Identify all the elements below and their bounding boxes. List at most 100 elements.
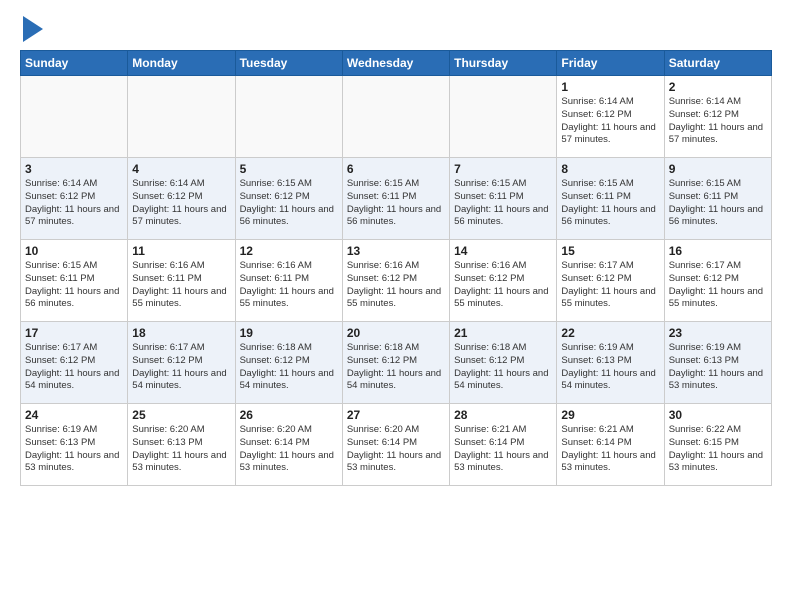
day-number: 24 xyxy=(25,408,123,422)
calendar-cell: 16 Sunrise: 6:17 AM Sunset: 6:12 PM Dayli… xyxy=(664,240,771,322)
day-number: 17 xyxy=(25,326,123,340)
day-number: 19 xyxy=(240,326,338,340)
calendar-cell: 21 Sunrise: 6:18 AM Sunset: 6:12 PM Dayli… xyxy=(450,322,557,404)
calendar-header-monday: Monday xyxy=(128,51,235,76)
day-number: 18 xyxy=(132,326,230,340)
calendar-table: SundayMondayTuesdayWednesdayThursdayFrid… xyxy=(20,50,772,486)
calendar-cell xyxy=(450,76,557,158)
calendar-header-row: SundayMondayTuesdayWednesdayThursdayFrid… xyxy=(21,51,772,76)
day-number: 16 xyxy=(669,244,767,258)
day-number: 22 xyxy=(561,326,659,340)
day-number: 28 xyxy=(454,408,552,422)
day-info: Sunrise: 6:17 AM Sunset: 6:12 PM Dayligh… xyxy=(561,260,659,311)
day-number: 12 xyxy=(240,244,338,258)
day-info: Sunrise: 6:15 AM Sunset: 6:11 PM Dayligh… xyxy=(669,178,767,229)
day-info: Sunrise: 6:15 AM Sunset: 6:11 PM Dayligh… xyxy=(561,178,659,229)
day-info: Sunrise: 6:15 AM Sunset: 6:11 PM Dayligh… xyxy=(347,178,445,229)
header xyxy=(20,16,772,42)
day-number: 9 xyxy=(669,162,767,176)
day-number: 21 xyxy=(454,326,552,340)
day-number: 20 xyxy=(347,326,445,340)
calendar-header-wednesday: Wednesday xyxy=(342,51,449,76)
calendar-cell: 18Sunrise: 6:17 AM Sunset: 6:12 PM Dayli… xyxy=(128,322,235,404)
day-number: 25 xyxy=(132,408,230,422)
day-info: Sunrise: 6:14 AM Sunset: 6:12 PM Dayligh… xyxy=(25,178,123,229)
day-number: 2 xyxy=(669,80,767,94)
day-info: Sunrise: 6:21 AM Sunset: 6:14 PM Dayligh… xyxy=(454,424,552,475)
day-number: 15 xyxy=(561,244,659,258)
day-info: Sunrise: 6:14 AM Sunset: 6:12 PM Dayligh… xyxy=(561,96,659,147)
day-number: 13 xyxy=(347,244,445,258)
calendar-cell: 4 Sunrise: 6:14 AM Sunset: 6:12 PM Daylig… xyxy=(128,158,235,240)
calendar-cell: 10 Sunrise: 6:15 AM Sunset: 6:11 PM Dayli… xyxy=(21,240,128,322)
day-number: 23 xyxy=(669,326,767,340)
calendar-cell: 11 Sunrise: 6:16 AM Sunset: 6:11 PM Dayli… xyxy=(128,240,235,322)
calendar-cell: 8 Sunrise: 6:15 AM Sunset: 6:11 PM Daylig… xyxy=(557,158,664,240)
calendar-week-2: 3Sunrise: 6:14 AM Sunset: 6:12 PM Daylig… xyxy=(21,158,772,240)
calendar-cell: 7Sunrise: 6:15 AM Sunset: 6:11 PM Daylig… xyxy=(450,158,557,240)
day-number: 26 xyxy=(240,408,338,422)
calendar-cell: 14Sunrise: 6:16 AM Sunset: 6:12 PM Dayli… xyxy=(450,240,557,322)
calendar-cell: 24 Sunrise: 6:19 AM Sunset: 6:13 PM Dayli… xyxy=(21,404,128,486)
day-info: Sunrise: 6:21 AM Sunset: 6:14 PM Dayligh… xyxy=(561,424,659,475)
calendar-cell: 29 Sunrise: 6:21 AM Sunset: 6:14 PM Dayli… xyxy=(557,404,664,486)
day-number: 5 xyxy=(240,162,338,176)
calendar-cell xyxy=(342,76,449,158)
calendar-cell: 5 Sunrise: 6:15 AM Sunset: 6:12 PM Daylig… xyxy=(235,158,342,240)
calendar-cell: 23Sunrise: 6:19 AM Sunset: 6:13 PM Dayli… xyxy=(664,322,771,404)
day-number: 14 xyxy=(454,244,552,258)
day-number: 1 xyxy=(561,80,659,94)
calendar-cell: 3Sunrise: 6:14 AM Sunset: 6:12 PM Daylig… xyxy=(21,158,128,240)
day-info: Sunrise: 6:17 AM Sunset: 6:12 PM Dayligh… xyxy=(25,342,123,393)
day-info: Sunrise: 6:20 AM Sunset: 6:14 PM Dayligh… xyxy=(347,424,445,475)
day-info: Sunrise: 6:18 AM Sunset: 6:12 PM Dayligh… xyxy=(347,342,445,393)
calendar-cell: 28 Sunrise: 6:21 AM Sunset: 6:14 PM Dayli… xyxy=(450,404,557,486)
page: SundayMondayTuesdayWednesdayThursdayFrid… xyxy=(0,0,792,496)
day-info: Sunrise: 6:15 AM Sunset: 6:11 PM Dayligh… xyxy=(25,260,123,311)
day-info: Sunrise: 6:14 AM Sunset: 6:12 PM Dayligh… xyxy=(669,96,767,147)
day-info: Sunrise: 6:15 AM Sunset: 6:11 PM Dayligh… xyxy=(454,178,552,229)
calendar-header-saturday: Saturday xyxy=(664,51,771,76)
day-info: Sunrise: 6:18 AM Sunset: 6:12 PM Dayligh… xyxy=(454,342,552,393)
calendar-cell: 9 Sunrise: 6:15 AM Sunset: 6:11 PM Daylig… xyxy=(664,158,771,240)
day-number: 27 xyxy=(347,408,445,422)
day-info: Sunrise: 6:19 AM Sunset: 6:13 PM Dayligh… xyxy=(25,424,123,475)
day-info: Sunrise: 6:16 AM Sunset: 6:11 PM Dayligh… xyxy=(132,260,230,311)
day-number: 30 xyxy=(669,408,767,422)
calendar-cell: 30Sunrise: 6:22 AM Sunset: 6:15 PM Dayli… xyxy=(664,404,771,486)
day-number: 4 xyxy=(132,162,230,176)
day-info: Sunrise: 6:16 AM Sunset: 6:11 PM Dayligh… xyxy=(240,260,338,311)
calendar-cell xyxy=(21,76,128,158)
calendar-cell: 13 Sunrise: 6:16 AM Sunset: 6:12 PM Dayli… xyxy=(342,240,449,322)
day-info: Sunrise: 6:15 AM Sunset: 6:12 PM Dayligh… xyxy=(240,178,338,229)
day-info: Sunrise: 6:17 AM Sunset: 6:12 PM Dayligh… xyxy=(669,260,767,311)
calendar-cell: 22 Sunrise: 6:19 AM Sunset: 6:13 PM Dayli… xyxy=(557,322,664,404)
day-number: 29 xyxy=(561,408,659,422)
day-number: 10 xyxy=(25,244,123,258)
calendar-cell: 1 Sunrise: 6:14 AM Sunset: 6:12 PM Daylig… xyxy=(557,76,664,158)
calendar-week-3: 10 Sunrise: 6:15 AM Sunset: 6:11 PM Dayli… xyxy=(21,240,772,322)
calendar-header-friday: Friday xyxy=(557,51,664,76)
calendar-cell: 26 Sunrise: 6:20 AM Sunset: 6:14 PM Dayli… xyxy=(235,404,342,486)
calendar-header-thursday: Thursday xyxy=(450,51,557,76)
day-info: Sunrise: 6:14 AM Sunset: 6:12 PM Dayligh… xyxy=(132,178,230,229)
calendar-cell: 17 Sunrise: 6:17 AM Sunset: 6:12 PM Dayli… xyxy=(21,322,128,404)
day-info: Sunrise: 6:19 AM Sunset: 6:13 PM Dayligh… xyxy=(561,342,659,393)
calendar-week-5: 24 Sunrise: 6:19 AM Sunset: 6:13 PM Dayli… xyxy=(21,404,772,486)
calendar-cell xyxy=(128,76,235,158)
calendar-cell: 12 Sunrise: 6:16 AM Sunset: 6:11 PM Dayli… xyxy=(235,240,342,322)
day-info: Sunrise: 6:16 AM Sunset: 6:12 PM Dayligh… xyxy=(347,260,445,311)
day-info: Sunrise: 6:18 AM Sunset: 6:12 PM Dayligh… xyxy=(240,342,338,393)
calendar-header-tuesday: Tuesday xyxy=(235,51,342,76)
calendar-cell: 15 Sunrise: 6:17 AM Sunset: 6:12 PM Dayli… xyxy=(557,240,664,322)
calendar-header-sunday: Sunday xyxy=(21,51,128,76)
day-number: 8 xyxy=(561,162,659,176)
logo-icon xyxy=(23,16,43,42)
calendar-cell: 20 Sunrise: 6:18 AM Sunset: 6:12 PM Dayli… xyxy=(342,322,449,404)
calendar-week-4: 17 Sunrise: 6:17 AM Sunset: 6:12 PM Dayli… xyxy=(21,322,772,404)
calendar-cell xyxy=(235,76,342,158)
logo xyxy=(20,16,43,42)
day-info: Sunrise: 6:20 AM Sunset: 6:14 PM Dayligh… xyxy=(240,424,338,475)
calendar-cell: 27 Sunrise: 6:20 AM Sunset: 6:14 PM Dayli… xyxy=(342,404,449,486)
day-number: 11 xyxy=(132,244,230,258)
